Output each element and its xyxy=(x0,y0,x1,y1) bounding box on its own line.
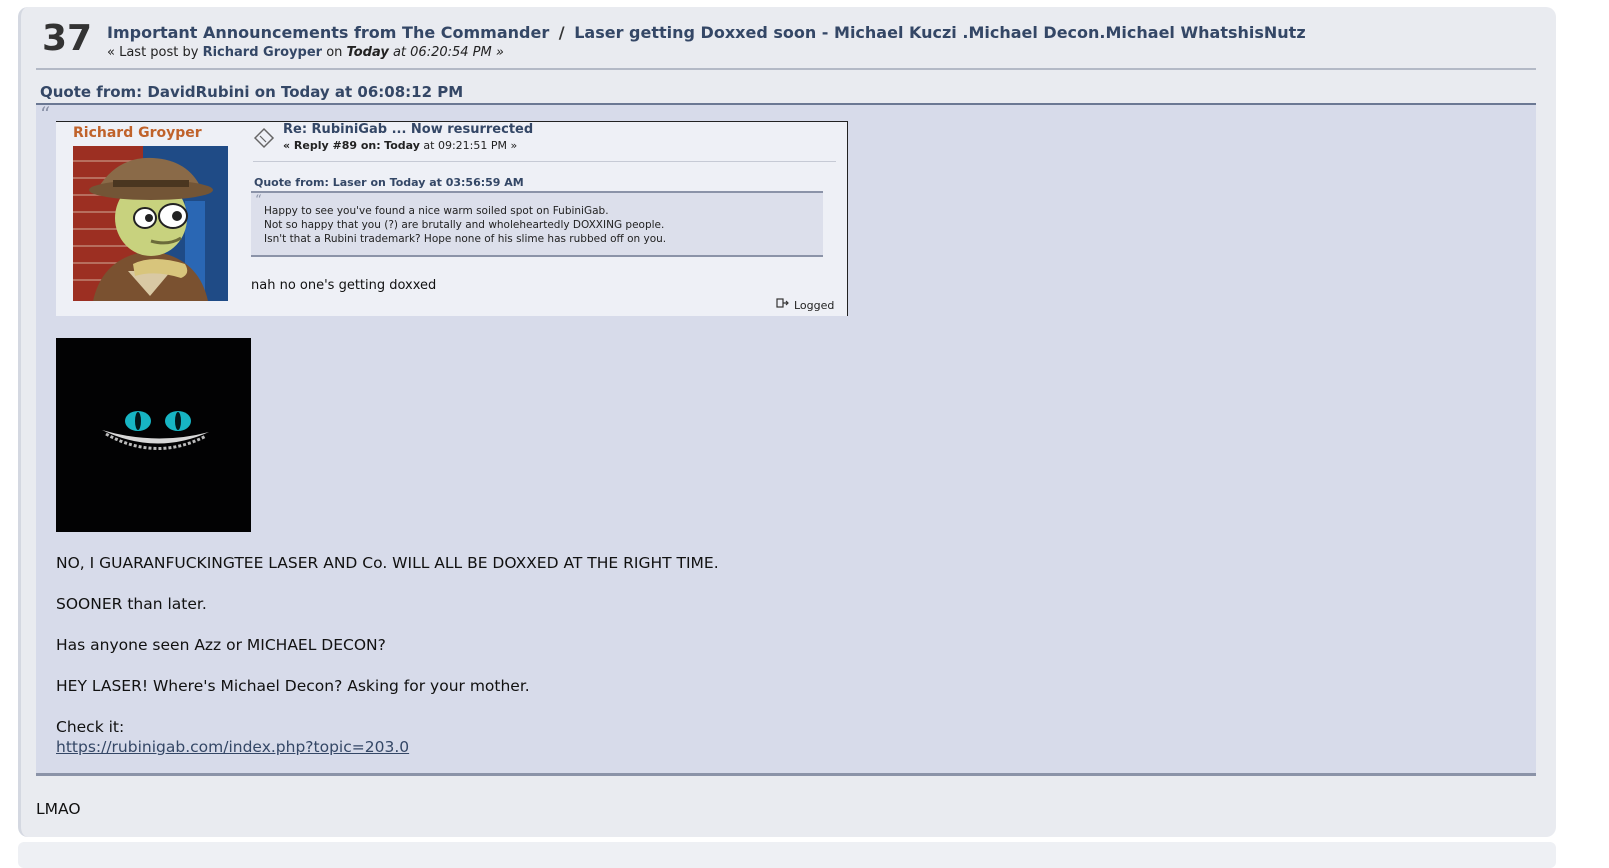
embedded-quote-line: Not so happy that you (?) are brutally a… xyxy=(264,219,665,231)
quote-bottom-divider xyxy=(36,774,1536,776)
quote-mark-icon: “ xyxy=(40,102,51,126)
embedded-divider xyxy=(253,161,836,162)
board-link[interactable]: Important Announcements from The Command… xyxy=(107,23,549,42)
topic-link[interactable]: Laser getting Doxxed soon - Michael Kucz… xyxy=(574,23,1305,42)
quote-text-line: SOONER than later. xyxy=(56,595,207,613)
post-counter: 37 xyxy=(42,18,93,59)
topic-title-line: Important Announcements from The Command… xyxy=(107,23,1306,42)
embedded-quote-line: Isn't that a Rubini trademark? Hope none… xyxy=(264,233,667,245)
quote-text-line: HEY LASER! Where's Michael Decon? Asking… xyxy=(56,677,530,695)
quote-text-line: Has anyone seen Azz or MICHAEL DECON? xyxy=(56,636,386,654)
logged-icon xyxy=(776,298,790,310)
meta-on: on xyxy=(326,45,343,60)
embedded-author: Richard Groyper xyxy=(73,125,202,141)
reply-text: LMAO xyxy=(36,800,81,818)
avatar xyxy=(73,146,228,301)
last-post-author-link[interactable]: Richard Groyper xyxy=(203,45,322,60)
embedded-title: Re: RubiniGab ... Now resurrected xyxy=(283,122,534,137)
topic-icon xyxy=(253,127,275,149)
meta-prefix: « Last post by xyxy=(107,45,199,60)
cheshire-grin-image xyxy=(56,338,251,532)
embedded-reply-meta: « Reply #89 on: Today at 09:21:51 PM » xyxy=(283,139,518,152)
quote-text-line: NO, I GUARANFUCKINGTEE LASER AND Co. WIL… xyxy=(56,554,719,572)
breadcrumb-separator: / xyxy=(558,23,565,42)
last-post-meta: « Last post by Richard Groyper on Today … xyxy=(107,45,504,60)
divider xyxy=(36,68,1536,70)
topic-url-link[interactable]: https://rubinigab.com/index.php?topic=20… xyxy=(56,738,409,756)
embedded-quote-mark-icon: “ xyxy=(255,193,262,208)
embedded-body: nah no one's getting doxxed xyxy=(251,278,437,293)
embedded-logged: Logged xyxy=(776,298,834,312)
next-post-edge xyxy=(18,842,1556,868)
embedded-quote-line: Happy to see you've found a nice warm so… xyxy=(264,205,609,217)
meta-today: Today xyxy=(346,45,389,60)
quote-header-link[interactable]: Quote from: DavidRubini on Today at 06:0… xyxy=(40,83,463,101)
meta-time: at 06:20:54 PM » xyxy=(392,45,504,60)
embedded-quote-header: Quote from: Laser on Today at 03:56:59 A… xyxy=(254,176,524,189)
quote-text-line: Check it: xyxy=(56,718,125,736)
